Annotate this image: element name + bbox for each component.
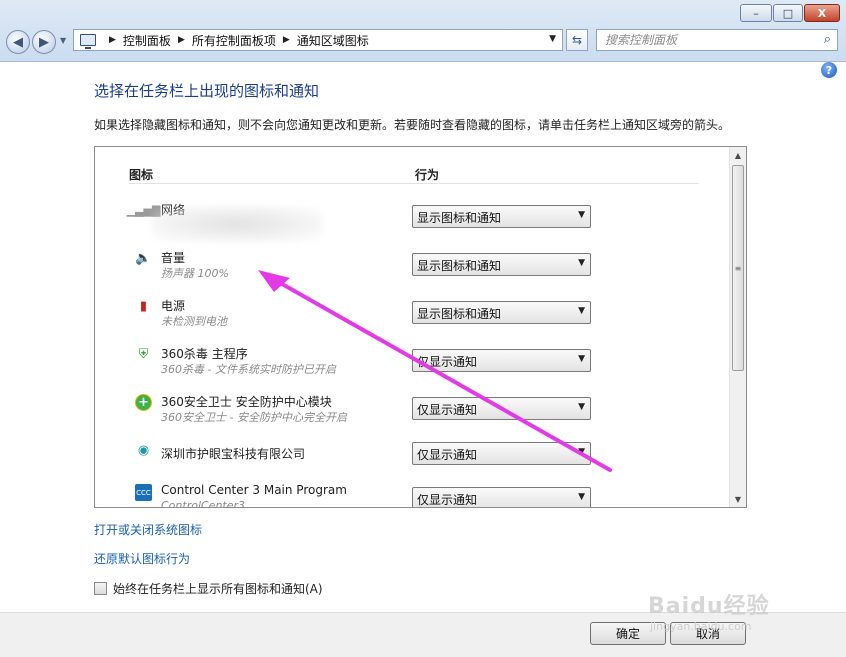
- item-name: 音量: [161, 251, 186, 265]
- page-description: 如果选择隐藏图标和通知，则不会向您通知更改和更新。若要随时查看隐藏的图标，请单击…: [94, 118, 731, 132]
- behavior-dropdown[interactable]: 仅显示通知 ▼: [412, 349, 591, 372]
- restore-defaults-link[interactable]: 还原默认图标行为: [94, 550, 190, 567]
- behavior-value: 仅显示通知: [417, 448, 478, 462]
- list-item: ⛨ 360杀毒 主程序 360杀毒 - 文件系统实时防护已开启 仅显示通知 ▼: [95, 341, 731, 387]
- computer-icon: [80, 34, 96, 49]
- battery-icon: ▮: [139, 299, 148, 314]
- speaker-icon: 🔈: [135, 251, 152, 266]
- behavior-dropdown[interactable]: 显示图标和通知 ▼: [412, 205, 591, 228]
- chevron-down-icon: ▼: [578, 210, 585, 220]
- behavior-dropdown[interactable]: 仅显示通知 ▼: [412, 442, 591, 465]
- item-subtext: 扬声器 100%: [161, 267, 229, 280]
- vertical-scrollbar[interactable]: ▲ ≡ ▼: [729, 147, 746, 507]
- recent-pages-dropdown-icon[interactable]: ▼: [60, 36, 66, 45]
- behavior-value: 仅显示通知: [417, 355, 478, 369]
- behavior-dropdown[interactable]: 显示图标和通知 ▼: [412, 301, 591, 324]
- breadcrumb-separator-icon[interactable]: ▶: [178, 35, 185, 45]
- item-name: 360杀毒 主程序: [161, 347, 248, 361]
- behavior-value: 仅显示通知: [417, 403, 478, 417]
- arrow-left-icon: ◀: [13, 34, 23, 50]
- notification-icon-list: 图标 行为 ▁▃▅▇ 网络 显示图标和通知▼ 🔈 音量 扬声器 100% 显示图…: [94, 146, 747, 508]
- chevron-down-icon: ▼: [578, 258, 585, 268]
- help-icon[interactable]: ?: [821, 62, 837, 78]
- behavior-value: 仅显示通知: [417, 493, 478, 507]
- always-show-all-checkbox-row[interactable]: 始终在任务栏上显示所有图标和通知(A): [94, 580, 323, 597]
- search-box[interactable]: ⌕: [596, 29, 838, 51]
- item-subtext: 未检测到电池: [161, 315, 227, 328]
- eye-icon: ◉: [137, 443, 150, 458]
- breadcrumb-separator-icon[interactable]: ▶: [283, 35, 290, 45]
- item-name: 360安全卫士 安全防护中心模块: [161, 395, 332, 409]
- baidu-watermark: Baidu经验: [648, 594, 770, 619]
- breadcrumb: ▶ 控制面板 ▶ 所有控制面板项 ▶ 通知区域图标: [102, 32, 369, 49]
- item-name: 电源: [161, 299, 186, 313]
- address-dropdown-icon[interactable]: ▼: [549, 34, 556, 44]
- scroll-down-icon[interactable]: ▼: [730, 491, 746, 507]
- list-item: 🔈 音量 扬声器 100% 显示图标和通知 ▼: [95, 245, 731, 291]
- scroll-up-icon[interactable]: ▲: [730, 147, 746, 163]
- item-subtext: ControlCenter3: [161, 499, 246, 508]
- chevron-down-icon: ▼: [578, 354, 585, 364]
- list-item: + 360安全卫士 安全防护中心模块 360安全卫士 - 安全防护中心完全开启 …: [95, 389, 731, 435]
- column-header-icons: 图标: [129, 168, 154, 182]
- item-name: 深圳市护眼宝科技有限公司: [161, 447, 306, 461]
- baidu-watermark-url: jingyan.baidu.com: [650, 620, 752, 633]
- close-button[interactable]: X: [804, 4, 840, 22]
- back-button[interactable]: ◀: [6, 30, 30, 54]
- refresh-icon: ⇆: [571, 33, 583, 47]
- shield-icon: ⛨: [138, 347, 149, 362]
- minimize-button[interactable]: –: [740, 4, 772, 22]
- behavior-dropdown[interactable]: 显示图标和通知 ▼: [412, 253, 591, 276]
- ccc-icon: CCC: [135, 484, 152, 501]
- list-item: CCC Control Center 3 Main Program Contro…: [95, 479, 731, 508]
- behavior-value: 显示图标和通知: [417, 307, 502, 321]
- chevron-down-icon: ▼: [578, 306, 585, 316]
- column-header-behavior: 行为: [415, 168, 440, 182]
- behavior-value: 显示图标和通知: [417, 259, 502, 273]
- scroll-thumb[interactable]: ≡: [732, 165, 744, 371]
- item-subtext: 360安全卫士 - 安全防护中心完全开启: [161, 411, 347, 424]
- breadcrumb-item-control-panel[interactable]: 控制面板: [123, 32, 171, 49]
- chevron-down-icon: ▼: [578, 447, 585, 457]
- behavior-dropdown[interactable]: 仅显示通知 ▼: [412, 487, 591, 507]
- item-name: Control Center 3 Main Program: [161, 483, 347, 497]
- always-show-all-checkbox[interactable]: [94, 582, 107, 595]
- refresh-button[interactable]: ⇆: [566, 29, 588, 51]
- page-title: 选择在任务栏上出现的图标和通知: [94, 82, 320, 100]
- list-item: ▮ 电源 未检测到电池 显示图标和通知 ▼: [95, 293, 731, 339]
- always-show-all-label[interactable]: 始终在任务栏上显示所有图标和通知(A): [113, 580, 323, 597]
- network-signal-icon: ▁▃▅▇: [126, 204, 161, 217]
- address-bar[interactable]: ▶ 控制面板 ▶ 所有控制面板项 ▶ 通知区域图标 ▼: [73, 29, 563, 51]
- arrow-right-icon: ▶: [39, 34, 49, 50]
- maximize-button[interactable]: □: [773, 4, 803, 22]
- toggle-system-icons-link[interactable]: 打开或关闭系统图标: [94, 521, 202, 538]
- header-divider: [129, 183, 699, 184]
- search-icon[interactable]: ⌕: [824, 32, 831, 47]
- plus-shield-icon: +: [135, 394, 152, 411]
- list-item: ◉ 深圳市护眼宝科技有限公司 仅显示通知 ▼: [95, 437, 731, 483]
- chevron-down-icon: ▼: [578, 492, 585, 502]
- forward-button[interactable]: ▶: [32, 30, 56, 54]
- blurred-region: [152, 206, 322, 242]
- item-subtext: 360杀毒 - 文件系统实时防护已开启: [161, 363, 336, 376]
- behavior-value: 显示图标和通知: [417, 211, 502, 225]
- breadcrumb-item-all-items[interactable]: 所有控制面板项: [192, 32, 276, 49]
- search-input[interactable]: [605, 33, 805, 47]
- behavior-dropdown[interactable]: 仅显示通知 ▼: [412, 397, 591, 420]
- breadcrumb-separator-icon[interactable]: ▶: [109, 35, 116, 45]
- chevron-down-icon: ▼: [578, 402, 585, 412]
- breadcrumb-item-notification-icons[interactable]: 通知区域图标: [297, 32, 369, 49]
